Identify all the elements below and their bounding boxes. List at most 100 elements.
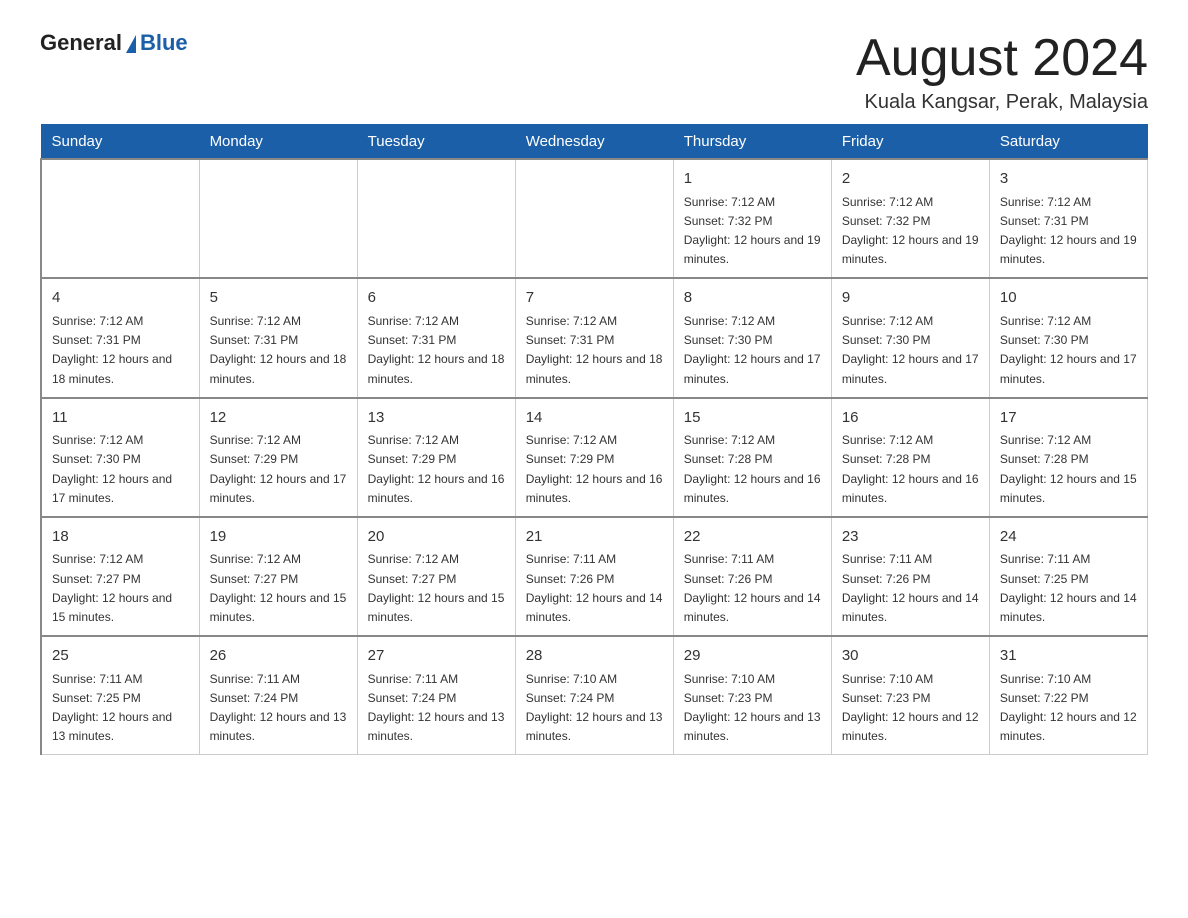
day-info: Sunrise: 7:11 AMSunset: 7:25 PMDaylight:… (52, 670, 189, 747)
calendar-cell (515, 159, 673, 278)
day-number: 5 (210, 287, 347, 310)
day-info: Sunrise: 7:12 AMSunset: 7:31 PMDaylight:… (210, 312, 347, 389)
day-info: Sunrise: 7:12 AMSunset: 7:31 PMDaylight:… (52, 312, 189, 389)
day-info: Sunrise: 7:12 AMSunset: 7:28 PMDaylight:… (684, 431, 821, 508)
day-info: Sunrise: 7:12 AMSunset: 7:32 PMDaylight:… (842, 193, 979, 270)
calendar-cell: 30Sunrise: 7:10 AMSunset: 7:23 PMDayligh… (831, 636, 989, 755)
day-info: Sunrise: 7:12 AMSunset: 7:32 PMDaylight:… (684, 193, 821, 270)
day-info: Sunrise: 7:12 AMSunset: 7:27 PMDaylight:… (52, 550, 189, 627)
day-number: 6 (368, 287, 505, 310)
day-number: 4 (52, 287, 189, 310)
calendar-cell: 29Sunrise: 7:10 AMSunset: 7:23 PMDayligh… (673, 636, 831, 755)
calendar-cell: 4Sunrise: 7:12 AMSunset: 7:31 PMDaylight… (41, 278, 199, 397)
day-number: 17 (1000, 407, 1137, 430)
calendar-cell: 11Sunrise: 7:12 AMSunset: 7:30 PMDayligh… (41, 398, 199, 517)
day-number: 15 (684, 407, 821, 430)
day-number: 8 (684, 287, 821, 310)
day-info: Sunrise: 7:12 AMSunset: 7:31 PMDaylight:… (368, 312, 505, 389)
calendar-cell: 28Sunrise: 7:10 AMSunset: 7:24 PMDayligh… (515, 636, 673, 755)
day-number: 13 (368, 407, 505, 430)
weekday-header-wednesday: Wednesday (515, 125, 673, 160)
calendar-cell: 27Sunrise: 7:11 AMSunset: 7:24 PMDayligh… (357, 636, 515, 755)
day-number: 10 (1000, 287, 1137, 310)
day-info: Sunrise: 7:11 AMSunset: 7:26 PMDaylight:… (842, 550, 979, 627)
calendar-cell: 7Sunrise: 7:12 AMSunset: 7:31 PMDaylight… (515, 278, 673, 397)
calendar-cell: 9Sunrise: 7:12 AMSunset: 7:30 PMDaylight… (831, 278, 989, 397)
day-number: 14 (526, 407, 663, 430)
calendar-cell: 13Sunrise: 7:12 AMSunset: 7:29 PMDayligh… (357, 398, 515, 517)
week-row-4: 18Sunrise: 7:12 AMSunset: 7:27 PMDayligh… (41, 517, 1148, 636)
calendar-cell: 24Sunrise: 7:11 AMSunset: 7:25 PMDayligh… (989, 517, 1147, 636)
calendar-cell (41, 159, 199, 278)
day-number: 18 (52, 526, 189, 549)
calendar-cell: 1Sunrise: 7:12 AMSunset: 7:32 PMDaylight… (673, 159, 831, 278)
calendar-cell: 22Sunrise: 7:11 AMSunset: 7:26 PMDayligh… (673, 517, 831, 636)
day-number: 7 (526, 287, 663, 310)
title-area: August 2024 Kuala Kangsar, Perak, Malays… (856, 30, 1148, 114)
weekday-header-sunday: Sunday (41, 125, 199, 160)
day-info: Sunrise: 7:12 AMSunset: 7:30 PMDaylight:… (684, 312, 821, 389)
day-info: Sunrise: 7:10 AMSunset: 7:24 PMDaylight:… (526, 670, 663, 747)
logo-blue-text: Blue (140, 30, 188, 56)
day-number: 20 (368, 526, 505, 549)
calendar-cell: 3Sunrise: 7:12 AMSunset: 7:31 PMDaylight… (989, 159, 1147, 278)
day-number: 19 (210, 526, 347, 549)
main-title: August 2024 (856, 30, 1148, 87)
calendar-cell: 31Sunrise: 7:10 AMSunset: 7:22 PMDayligh… (989, 636, 1147, 755)
day-info: Sunrise: 7:12 AMSunset: 7:27 PMDaylight:… (210, 550, 347, 627)
calendar-cell: 20Sunrise: 7:12 AMSunset: 7:27 PMDayligh… (357, 517, 515, 636)
day-number: 16 (842, 407, 979, 430)
day-info: Sunrise: 7:12 AMSunset: 7:29 PMDaylight:… (526, 431, 663, 508)
day-number: 22 (684, 526, 821, 549)
day-info: Sunrise: 7:11 AMSunset: 7:26 PMDaylight:… (526, 550, 663, 627)
calendar-cell: 6Sunrise: 7:12 AMSunset: 7:31 PMDaylight… (357, 278, 515, 397)
calendar-cell: 21Sunrise: 7:11 AMSunset: 7:26 PMDayligh… (515, 517, 673, 636)
day-info: Sunrise: 7:11 AMSunset: 7:25 PMDaylight:… (1000, 550, 1137, 627)
weekday-header-row: SundayMondayTuesdayWednesdayThursdayFrid… (41, 125, 1148, 160)
weekday-header-monday: Monday (199, 125, 357, 160)
day-info: Sunrise: 7:12 AMSunset: 7:27 PMDaylight:… (368, 550, 505, 627)
day-number: 2 (842, 168, 979, 191)
day-number: 28 (526, 645, 663, 668)
day-number: 29 (684, 645, 821, 668)
calendar-cell: 18Sunrise: 7:12 AMSunset: 7:27 PMDayligh… (41, 517, 199, 636)
calendar-cell: 10Sunrise: 7:12 AMSunset: 7:30 PMDayligh… (989, 278, 1147, 397)
day-info: Sunrise: 7:11 AMSunset: 7:24 PMDaylight:… (368, 670, 505, 747)
logo-general-text: General (40, 30, 122, 56)
logo-triangle-icon (126, 35, 136, 53)
day-info: Sunrise: 7:12 AMSunset: 7:31 PMDaylight:… (526, 312, 663, 389)
day-number: 9 (842, 287, 979, 310)
day-info: Sunrise: 7:10 AMSunset: 7:22 PMDaylight:… (1000, 670, 1137, 747)
calendar-cell: 16Sunrise: 7:12 AMSunset: 7:28 PMDayligh… (831, 398, 989, 517)
day-number: 31 (1000, 645, 1137, 668)
day-number: 27 (368, 645, 505, 668)
week-row-2: 4Sunrise: 7:12 AMSunset: 7:31 PMDaylight… (41, 278, 1148, 397)
calendar-cell: 14Sunrise: 7:12 AMSunset: 7:29 PMDayligh… (515, 398, 673, 517)
day-info: Sunrise: 7:12 AMSunset: 7:29 PMDaylight:… (368, 431, 505, 508)
day-info: Sunrise: 7:12 AMSunset: 7:30 PMDaylight:… (52, 431, 189, 508)
week-row-3: 11Sunrise: 7:12 AMSunset: 7:30 PMDayligh… (41, 398, 1148, 517)
weekday-header-thursday: Thursday (673, 125, 831, 160)
day-info: Sunrise: 7:10 AMSunset: 7:23 PMDaylight:… (684, 670, 821, 747)
day-number: 21 (526, 526, 663, 549)
calendar-cell: 2Sunrise: 7:12 AMSunset: 7:32 PMDaylight… (831, 159, 989, 278)
calendar-cell: 12Sunrise: 7:12 AMSunset: 7:29 PMDayligh… (199, 398, 357, 517)
week-row-5: 25Sunrise: 7:11 AMSunset: 7:25 PMDayligh… (41, 636, 1148, 755)
calendar-cell: 5Sunrise: 7:12 AMSunset: 7:31 PMDaylight… (199, 278, 357, 397)
calendar-cell: 15Sunrise: 7:12 AMSunset: 7:28 PMDayligh… (673, 398, 831, 517)
day-info: Sunrise: 7:11 AMSunset: 7:24 PMDaylight:… (210, 670, 347, 747)
day-number: 30 (842, 645, 979, 668)
day-info: Sunrise: 7:11 AMSunset: 7:26 PMDaylight:… (684, 550, 821, 627)
day-number: 26 (210, 645, 347, 668)
weekday-header-friday: Friday (831, 125, 989, 160)
weekday-header-tuesday: Tuesday (357, 125, 515, 160)
day-number: 11 (52, 407, 189, 430)
calendar-cell (357, 159, 515, 278)
day-info: Sunrise: 7:12 AMSunset: 7:31 PMDaylight:… (1000, 193, 1137, 270)
calendar-cell: 26Sunrise: 7:11 AMSunset: 7:24 PMDayligh… (199, 636, 357, 755)
logo: General Blue (40, 30, 188, 56)
week-row-1: 1Sunrise: 7:12 AMSunset: 7:32 PMDaylight… (41, 159, 1148, 278)
calendar-cell: 8Sunrise: 7:12 AMSunset: 7:30 PMDaylight… (673, 278, 831, 397)
day-info: Sunrise: 7:12 AMSunset: 7:28 PMDaylight:… (1000, 431, 1137, 508)
location-subtitle: Kuala Kangsar, Perak, Malaysia (856, 91, 1148, 114)
